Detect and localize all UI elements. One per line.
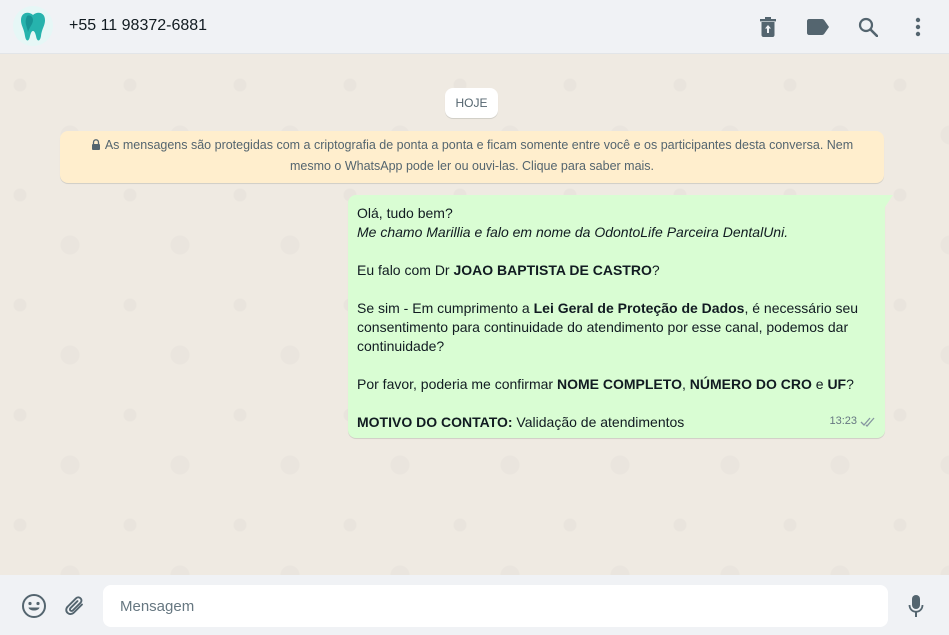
message-bold-text: Lei Geral de Proteção de Dados — [533, 300, 745, 316]
menu-icon — [915, 17, 921, 37]
message-line: Me chamo Marillia e falo em nome da Odon… — [357, 223, 875, 242]
compose-bar — [0, 575, 949, 635]
message-bold-text: JOAO BAPTISTA DE CASTRO — [453, 262, 652, 278]
message-text: ? — [846, 376, 854, 392]
tooth-logo-icon — [13, 6, 53, 46]
message-bold-text: MOTIVO DO CONTATO: — [357, 414, 513, 430]
emoji-icon — [22, 594, 46, 618]
message-text: , — [681, 376, 690, 392]
message-line: Olá, tudo bem? — [357, 205, 453, 221]
voice-message-button[interactable] — [902, 592, 930, 620]
message-paragraph: MOTIVO DO CONTATO: Validação de atendime… — [357, 413, 875, 432]
label-icon — [807, 19, 829, 35]
menu-button[interactable] — [901, 11, 935, 43]
contact-avatar[interactable] — [13, 6, 53, 46]
message-paragraph: Se sim - Em cumprimento a Lei Geral de P… — [357, 299, 875, 356]
message-bold-text: NOME COMPLETO — [556, 376, 682, 392]
read-ticks-icon — [860, 417, 875, 427]
message-text: Eu falo com Dr — [357, 262, 454, 278]
message-italic-text: Me chamo Marillia e falo em nome da Odon… — [357, 224, 789, 240]
message-bold-text: NÚMERO DO CRO — [689, 376, 812, 392]
encryption-notice[interactable]: As mensagens são protegidas com a cripto… — [60, 131, 884, 183]
lock-icon — [91, 139, 100, 150]
message-meta: 13:23 — [829, 412, 876, 431]
search-button[interactable] — [851, 11, 885, 43]
message-text: Validação de atendimentos — [512, 414, 685, 430]
delete-icon — [760, 17, 776, 37]
attach-button[interactable] — [61, 592, 89, 620]
emoji-button[interactable] — [20, 592, 48, 620]
delete-button[interactable] — [751, 11, 785, 43]
encryption-notice-text: As mensagens são protegidas com a cripto… — [104, 138, 854, 173]
message-text: e — [811, 376, 828, 392]
paperclip-icon — [65, 596, 83, 615]
message-text: Por favor, poderia me confirmar — [357, 376, 557, 392]
message-input[interactable] — [103, 585, 888, 627]
contact-name[interactable]: +55 11 98372-6881 — [69, 17, 207, 35]
message-bold-text: UF — [827, 376, 847, 392]
microphone-icon — [908, 595, 924, 617]
search-icon — [858, 17, 878, 37]
label-button[interactable] — [801, 11, 835, 43]
chat-area: HOJE As mensagens são protegidas com a c… — [0, 55, 949, 575]
message-time: 13:23 — [829, 415, 857, 427]
date-chip: HOJE — [445, 88, 498, 118]
message-paragraph: Por favor, poderia me confirmar NOME COM… — [357, 375, 875, 394]
bubble-tail — [885, 195, 893, 207]
message-text: Se sim - Em cumprimento a — [357, 300, 534, 316]
message-paragraph: Eu falo com Dr JOAO BAPTISTA DE CASTRO? — [357, 261, 875, 280]
chat-header: +55 11 98372-6881 — [0, 0, 949, 54]
message-text: ? — [651, 262, 660, 278]
outgoing-message[interactable]: Olá, tudo bem? Me chamo Marillia e falo … — [348, 195, 893, 438]
